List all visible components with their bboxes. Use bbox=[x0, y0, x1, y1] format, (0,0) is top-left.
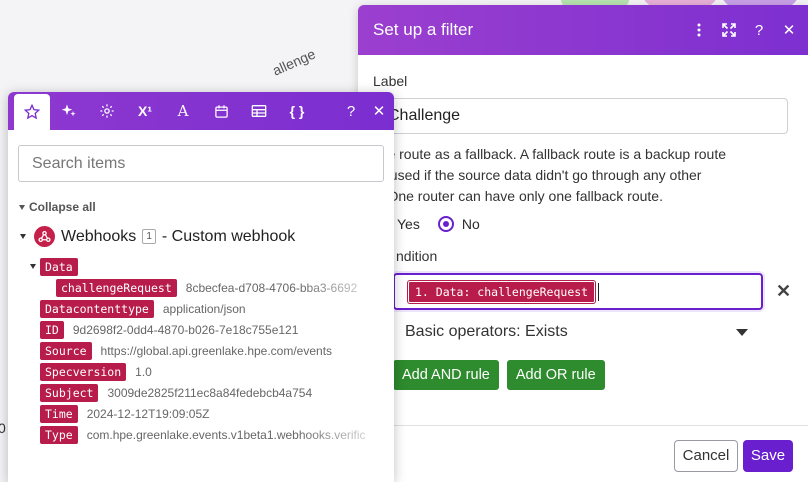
help-icon[interactable]: ? bbox=[744, 22, 774, 39]
triangle-down-icon bbox=[19, 204, 25, 210]
tab-favorites-star-icon[interactable] bbox=[14, 94, 50, 130]
operator-select[interactable]: Basic operators: Exists bbox=[373, 320, 748, 344]
label-input[interactable]: Challenge bbox=[358, 98, 788, 134]
fallback-radio-group: Yes No bbox=[373, 216, 808, 232]
fallback-yes-label: Yes bbox=[397, 216, 420, 232]
expand-icon[interactable] bbox=[714, 23, 744, 37]
tab-sparkle-icon[interactable] bbox=[50, 92, 88, 130]
item-tree: Data challengeRequest 8cbecfea-d708-4706… bbox=[8, 256, 394, 445]
more-options-icon[interactable] bbox=[684, 23, 714, 37]
tree-row-subject[interactable]: Subject 3009de2825f211ec8a84fedebcb4a754 bbox=[8, 382, 394, 403]
filter-footer: Cancel Save bbox=[358, 425, 808, 482]
tab-gear-icon[interactable] bbox=[88, 92, 126, 130]
filter-title: Set up a filter bbox=[373, 20, 474, 39]
item-tag[interactable]: challengeRequest bbox=[56, 278, 177, 297]
tab-superscript-icon[interactable]: X¹ bbox=[126, 92, 164, 130]
tree-row-source[interactable]: Source https://global.api.greenlake.hpe.… bbox=[8, 340, 394, 361]
tab-text-icon[interactable]: A bbox=[164, 92, 202, 130]
fallback-line: te. One router can have only one fallbac… bbox=[368, 188, 663, 204]
chevron-down-icon bbox=[736, 328, 748, 336]
fallback-no-option[interactable]: No bbox=[437, 216, 480, 232]
item-tag[interactable]: Time bbox=[40, 404, 78, 423]
close-icon[interactable]: ✕ bbox=[364, 92, 394, 130]
item-value: com.hpe.greenlake.events.v1beta1.webhook… bbox=[86, 427, 366, 442]
triangle-down-icon bbox=[20, 234, 26, 239]
tab-braces-icon[interactable]: { } bbox=[278, 92, 316, 130]
fallback-description: t the route as a fallback. A fallback ro… bbox=[368, 144, 788, 207]
condition-operand-input[interactable]: 1. Data: challengeRequest bbox=[393, 273, 763, 310]
item-tag[interactable]: Datacontenttype bbox=[40, 299, 154, 318]
condition-operand-pill[interactable]: 1. Data: challengeRequest bbox=[408, 280, 596, 303]
item-tag[interactable]: Source bbox=[40, 341, 92, 360]
canvas-edge-text: 0 bbox=[0, 420, 6, 436]
item-value: 9d2698f2-0dd4-4870-b026-7e18c755e121 bbox=[72, 322, 299, 337]
item-picker-panel: X¹ A { } ? ✕ Search items Collapse all W… bbox=[8, 92, 394, 482]
module-name: Webhooks bbox=[61, 227, 137, 245]
fallback-no-radio[interactable] bbox=[437, 216, 454, 232]
item-tag[interactable]: ID bbox=[40, 320, 64, 339]
rule-buttons: Add AND rule Add OR rule bbox=[373, 360, 808, 390]
add-and-rule-button[interactable]: Add AND rule bbox=[393, 360, 499, 390]
module-number-badge: 1 bbox=[142, 229, 156, 244]
canvas-route-label: allenge bbox=[270, 45, 318, 79]
fallback-yes-option[interactable]: Yes bbox=[397, 216, 420, 232]
save-button[interactable]: Save bbox=[743, 440, 793, 472]
fallback-no-label: No bbox=[461, 216, 480, 232]
tree-row-type[interactable]: Type com.hpe.greenlake.events.v1beta1.we… bbox=[8, 424, 394, 445]
webhook-icon bbox=[34, 226, 55, 247]
tree-row-id[interactable]: ID 9d2698f2-0dd4-4870-b026-7e18c755e121 bbox=[8, 319, 394, 340]
picker-tab-bar: X¹ A { } ? ✕ bbox=[8, 92, 394, 130]
filter-dialog: Set up a filter ? ✕ Label Challenge t th… bbox=[358, 5, 808, 482]
tree-row-time[interactable]: Time 2024-12-12T19:09:05Z bbox=[8, 403, 394, 424]
label-field-label: Label bbox=[373, 73, 408, 89]
item-value: 1.0 bbox=[135, 364, 152, 379]
item-value: application/json bbox=[162, 301, 246, 316]
module-subtitle: - Custom webhook bbox=[161, 227, 296, 245]
operator-select-value: Basic operators: Exists bbox=[405, 323, 568, 340]
item-value: 3009de2825f211ec8a84fedebcb4a754 bbox=[107, 385, 313, 400]
item-value: 8cbecfea-d708-4706-bba3-6692 bbox=[185, 280, 358, 295]
filter-body: Label Challenge t the route as a fallbac… bbox=[358, 73, 808, 390]
item-value: https://global.api.greenlake.hpe.com/eve… bbox=[100, 343, 333, 358]
item-tag[interactable]: Subject bbox=[40, 383, 99, 402]
collapse-all-toggle[interactable]: Collapse all bbox=[19, 200, 394, 214]
cancel-button[interactable]: Cancel bbox=[674, 440, 738, 472]
fallback-line: t is used if the source data didn't go t… bbox=[368, 167, 702, 183]
item-tag[interactable]: Type bbox=[40, 425, 78, 444]
remove-condition-icon[interactable]: ✕ bbox=[776, 281, 791, 302]
fallback-line: t the route as a fallback. A fallback ro… bbox=[368, 146, 726, 162]
text-caret bbox=[598, 282, 600, 301]
module-header-webhooks[interactable]: Webhooks 1 - Custom webhook bbox=[20, 226, 394, 247]
search-input[interactable]: Search items bbox=[18, 145, 384, 182]
triangle-down-icon bbox=[30, 264, 36, 269]
label-input-value: Challenge bbox=[388, 107, 461, 124]
tab-spacer bbox=[316, 92, 338, 130]
tree-row-challenge-request[interactable]: challengeRequest 8cbecfea-d708-4706-bba3… bbox=[8, 277, 394, 298]
tree-row-datacontenttype[interactable]: Datacontenttype application/json bbox=[8, 298, 394, 319]
help-icon[interactable]: ? bbox=[338, 92, 364, 130]
close-icon[interactable]: ✕ bbox=[774, 21, 804, 39]
item-tag[interactable]: Specversion bbox=[40, 362, 127, 381]
condition-row: 1. Data: challengeRequest ✕ bbox=[373, 273, 808, 310]
collapse-all-label: Collapse all bbox=[29, 200, 96, 214]
filter-header: Set up a filter ? ✕ bbox=[358, 5, 808, 55]
item-value: 2024-12-12T19:09:05Z bbox=[86, 406, 210, 421]
add-or-rule-button[interactable]: Add OR rule bbox=[506, 360, 605, 390]
condition-label: ndition bbox=[396, 248, 438, 264]
tree-row-data[interactable]: Data bbox=[8, 256, 394, 277]
tree-row-specversion[interactable]: Specversion 1.0 bbox=[8, 361, 394, 382]
item-tag[interactable]: Data bbox=[40, 257, 78, 276]
tab-calendar-icon[interactable] bbox=[202, 92, 240, 130]
tab-table-icon[interactable] bbox=[240, 92, 278, 130]
